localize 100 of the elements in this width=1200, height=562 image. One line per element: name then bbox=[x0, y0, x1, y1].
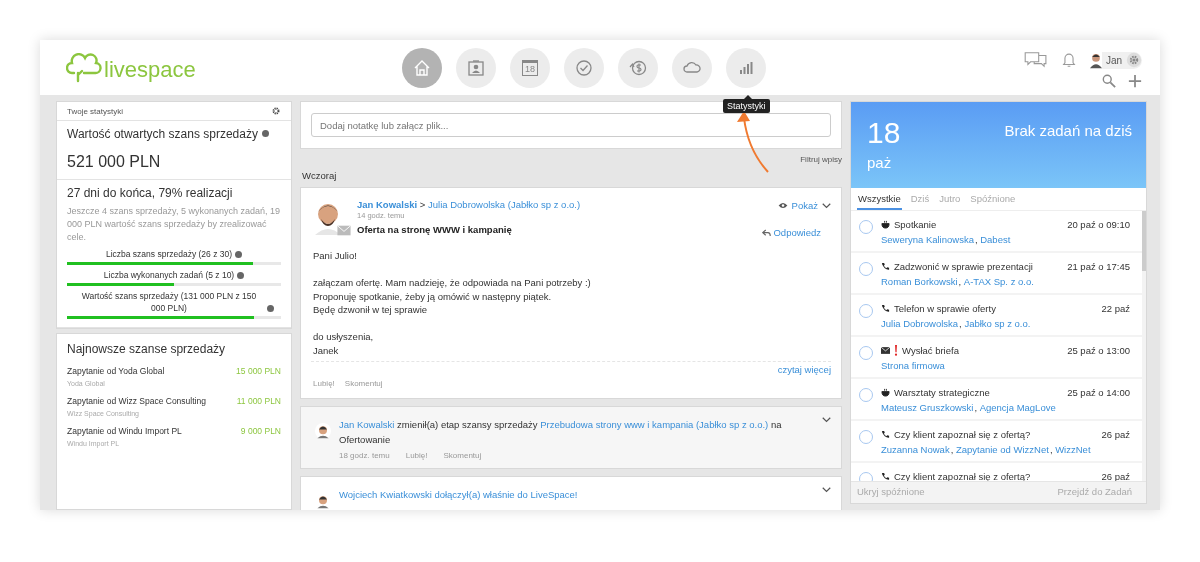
deal-amount: 11 000 PLN bbox=[236, 396, 281, 406]
task-title: Czy klient zapoznał się z ofertą? bbox=[894, 429, 1031, 440]
reply-button[interactable]: Odpowiedz bbox=[762, 227, 821, 238]
like-link[interactable]: Lubię! bbox=[405, 451, 428, 460]
go-to-tasks-link[interactable]: Przejdź do Zadań bbox=[1057, 486, 1132, 497]
deal-name[interactable]: Zapytanie od Windu Import PL bbox=[67, 426, 182, 436]
chevron-down-icon[interactable] bbox=[822, 487, 831, 493]
task-title: Zadzwonić w sprawie prezentacji bbox=[894, 261, 1033, 272]
user-avatar-icon bbox=[1089, 51, 1102, 69]
goal-label: Wartość szans sprzedaży (131 000 PLN z 150 000 PLN) bbox=[80, 290, 258, 314]
card-title: Najnowsze szanse sprzedaży bbox=[67, 342, 227, 356]
activity-link[interactable]: Wojciech Kwiatkowski bbox=[339, 489, 432, 500]
info-icon[interactable] bbox=[235, 251, 243, 258]
separator-text: , bbox=[958, 276, 962, 287]
show-button[interactable]: Pokaż bbox=[777, 200, 818, 211]
task-filter-tab[interactable]: Jutro bbox=[938, 188, 962, 210]
deal-amount: 9 000 PLN bbox=[240, 426, 281, 436]
coffee-cup-icon bbox=[881, 220, 890, 229]
separator-text: , bbox=[1049, 444, 1053, 455]
task-related-link[interactable]: Dabest bbox=[980, 234, 1011, 245]
task-related-link[interactable]: Zapytanie od WizzNet bbox=[955, 444, 1049, 455]
cloud-nav-button[interactable] bbox=[672, 47, 712, 88]
info-icon[interactable] bbox=[261, 129, 269, 137]
info-icon[interactable] bbox=[237, 272, 245, 279]
chevron-down-icon[interactable] bbox=[822, 417, 831, 423]
deal-name[interactable]: Zapytanie od Wizz Space Consulting bbox=[67, 396, 206, 406]
hide-late-link[interactable]: Ukryj spóźnione bbox=[857, 486, 925, 497]
separator-text: > bbox=[419, 199, 426, 210]
period-summary: 27 dni do końca, 79% realizacji bbox=[67, 186, 234, 200]
home-nav-button[interactable] bbox=[402, 47, 442, 88]
task-related-link[interactable]: Seweryna Kalinowska bbox=[881, 234, 974, 245]
add-icon[interactable] bbox=[1128, 74, 1142, 88]
deal-amount: 15 000 PLN bbox=[236, 366, 281, 376]
task-date: 26 paź bbox=[1101, 429, 1130, 440]
envelope-icon bbox=[337, 225, 351, 236]
chat-icon[interactable] bbox=[1023, 51, 1048, 69]
person-avatar-icon bbox=[315, 421, 331, 441]
comment-link[interactable]: Skomentuj bbox=[344, 379, 383, 388]
phone-icon bbox=[881, 472, 890, 481]
post-time: 18 godz. temu bbox=[339, 451, 390, 460]
phone-icon bbox=[881, 304, 890, 313]
task-related-link[interactable]: Zuzanna Nowak bbox=[881, 444, 950, 455]
task-related-link[interactable]: Mateusz Gruszkowski bbox=[881, 402, 974, 413]
activity-link[interactable]: Przebudowa strony www i kampania (Jabłko sp z o.o.) bbox=[540, 419, 769, 430]
task-related-link[interactable]: Roman Borkowski bbox=[881, 276, 958, 287]
tasks-nav-button[interactable] bbox=[564, 47, 604, 88]
stats-nav-button[interactable] bbox=[726, 47, 766, 88]
separator-text: , bbox=[959, 318, 962, 329]
deals-nav-button[interactable] bbox=[618, 47, 658, 88]
search-icon[interactable] bbox=[1102, 74, 1116, 88]
email-body: Pani Julio! załączam ofertę. Mam nadzieję, że odpowiada na Pani potrzeby :) Proponuję spotkanie, żeby ją omówić w następny piątek. Będę dzwonił w tej sprawie do usłyszenia, Janek bbox=[312, 249, 592, 357]
activity-link[interactable]: Jan Kowalski bbox=[339, 419, 395, 430]
task-title: Telefon w sprawie oferty bbox=[894, 303, 996, 314]
calendar-nav-button[interactable]: 18 bbox=[510, 47, 550, 88]
separator-text: , bbox=[974, 234, 978, 245]
task-item[interactable]: Warsztaty strategiczne 25 paź o 14:00 Mateusz Gruszkowski, Agencja MagLove bbox=[851, 379, 1142, 419]
filter-link[interactable]: Filtruj wpisy bbox=[800, 155, 842, 164]
deal-name[interactable]: Zapytanie od Yoda Global bbox=[67, 366, 165, 376]
author-link[interactable]: Jan Kowalski bbox=[357, 199, 418, 210]
task-item[interactable]: Telefon w sprawie oferty 22 paź Julia Dobrowolska, Jabłko sp z o.o. bbox=[851, 295, 1142, 335]
settings-icon[interactable] bbox=[1126, 52, 1142, 68]
like-link[interactable]: Lubię! bbox=[313, 379, 335, 388]
goal-label: Liczba szans sprzedaży (26 z 30) bbox=[105, 248, 233, 260]
phone-icon bbox=[881, 262, 890, 271]
contacts-nav-button[interactable] bbox=[456, 47, 496, 88]
comment-link[interactable]: Skomentuj bbox=[443, 451, 482, 460]
metric-label: Wartość otwartych szans sprzedaży bbox=[67, 127, 258, 141]
chevron-down-icon[interactable] bbox=[822, 202, 831, 209]
activity-link[interactable]: dołączył(a) właśnie do LiveSpace! bbox=[434, 489, 578, 500]
task-item[interactable]: Spotkanie 20 paź o 09:10 Seweryna Kalinowska, Dabest bbox=[851, 211, 1142, 251]
checkmark-circle-icon bbox=[574, 57, 594, 78]
info-icon[interactable] bbox=[267, 305, 274, 312]
task-item[interactable]: Zadzwonić w sprawie prezentacji 21 paź o 17:45 Roman Borkowski, A-TAX Sp. z o.o. bbox=[851, 253, 1142, 293]
task-related-link[interactable]: WizzNet bbox=[1055, 444, 1091, 455]
task-filter-tab[interactable]: Spóźnione bbox=[969, 188, 1017, 210]
recipient-link[interactable]: Julia Dobrowolska (Jabłko sp z o.o.) bbox=[428, 199, 581, 210]
settings-icon[interactable] bbox=[271, 106, 281, 116]
envelope-icon bbox=[881, 346, 890, 355]
task-filter-tab[interactable]: Dziś bbox=[909, 188, 931, 210]
eye-icon bbox=[777, 202, 788, 209]
logo-text: livespace bbox=[104, 56, 196, 83]
goal-label: Liczba wykonanych zadań (5 z 10) bbox=[103, 269, 235, 281]
tooltip: Statystyki bbox=[723, 98, 770, 113]
note-input-field[interactable]: Dodaj notatkę lub załącz plik... bbox=[311, 113, 831, 137]
task-related-link[interactable]: Jabłko sp z o.o. bbox=[964, 318, 1031, 329]
task-related-link[interactable]: Strona firmowa bbox=[881, 360, 945, 371]
task-related-link[interactable]: Julia Dobrowolska bbox=[881, 318, 959, 329]
separator-text: , bbox=[974, 402, 978, 413]
task-related-link[interactable]: A-TAX Sp. z o.o. bbox=[963, 276, 1034, 287]
task-item[interactable]: Czy klient zapoznał się z ofertą? 26 paź Zuzanna Nowak, Zapytanie od WizzNet, WizzNet bbox=[851, 421, 1142, 461]
task-item[interactable]: Wysłać briefa 25 paź o 13:00 Strona firmowa bbox=[851, 337, 1142, 377]
user-menu[interactable]: Jan bbox=[1089, 51, 1142, 69]
task-related-link[interactable]: Agencja MagLove bbox=[979, 402, 1056, 413]
read-more-link[interactable]: czytaj więcej bbox=[777, 364, 831, 375]
task-title: Warsztaty strategiczne bbox=[894, 387, 990, 398]
metric-value: 521 000 PLN bbox=[67, 153, 162, 171]
activity-text: Ofertowanie bbox=[339, 434, 391, 445]
contact-card-icon bbox=[466, 57, 486, 78]
activity-text: zmienił(a) etap szansy sprzedaży bbox=[397, 419, 538, 430]
task-date: 22 paź bbox=[1101, 303, 1130, 314]
